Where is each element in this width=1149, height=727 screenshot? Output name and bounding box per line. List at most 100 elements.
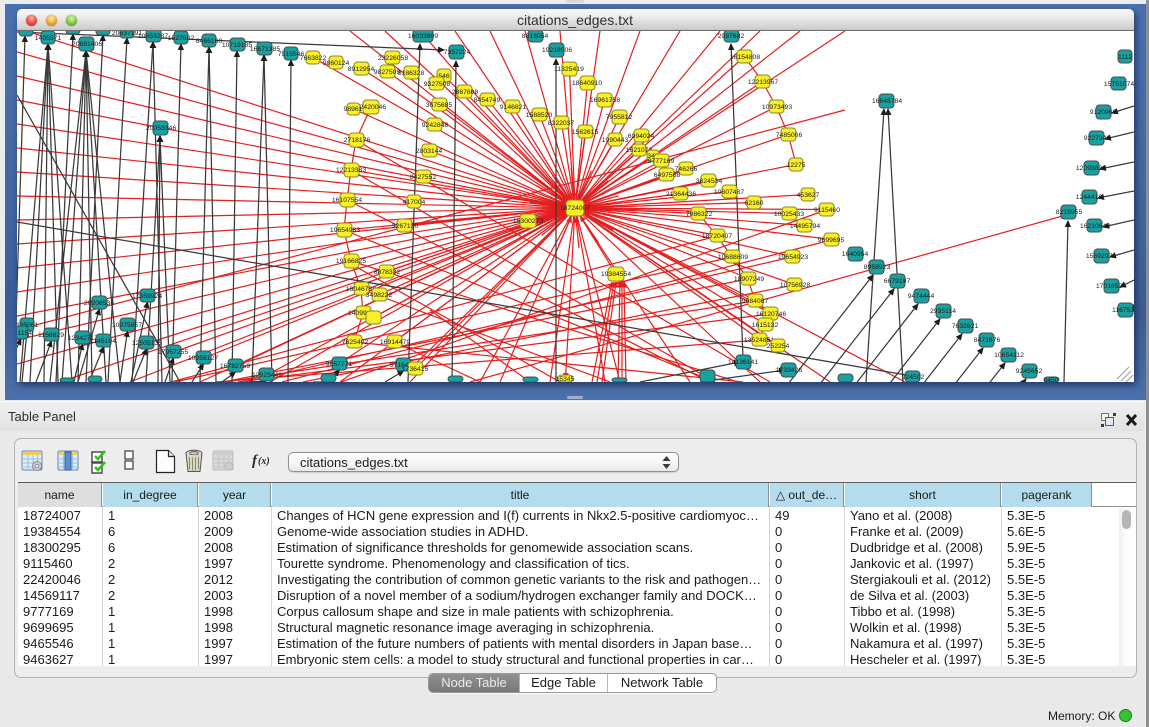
svg-text:16107554: 16107554 [332, 197, 362, 204]
svg-text:924502: 924502 [902, 374, 925, 381]
svg-text:9120966: 9120966 [1090, 109, 1117, 116]
svg-text:1167533: 1167533 [1112, 307, 1134, 314]
svg-text:10958127: 10958127 [188, 355, 218, 362]
svg-text:9450: 9450 [1043, 377, 1058, 382]
svg-text:10973493: 10973493 [762, 104, 792, 111]
svg-text:20053346: 20053346 [146, 125, 176, 132]
svg-text:1145194: 1145194 [90, 338, 116, 345]
svg-text:16210643: 16210643 [1080, 223, 1110, 230]
svg-text:8215955: 8215955 [1056, 209, 1083, 216]
svg-text:23226058: 23226058 [378, 55, 408, 62]
svg-text:12213967: 12213967 [748, 79, 778, 86]
svg-text:15751074: 15751074 [1104, 81, 1134, 88]
svg-text:9084067: 9084067 [742, 298, 769, 305]
svg-text:1640954: 1640954 [842, 251, 869, 258]
svg-text:19654923: 19654923 [778, 254, 808, 261]
svg-text:2867608: 2867608 [452, 89, 479, 96]
svg-text:16033809: 16033809 [408, 33, 438, 40]
svg-text:7485006: 7485006 [776, 132, 803, 139]
svg-text:417004: 417004 [403, 199, 426, 206]
svg-text:1990443: 1990443 [602, 137, 629, 144]
svg-text:8813054: 8813054 [522, 33, 549, 40]
svg-text:10025433: 10025433 [774, 211, 804, 218]
svg-text:2718176: 2718176 [344, 137, 371, 144]
svg-text:1156829: 1156829 [38, 332, 64, 339]
svg-text:9245652: 9245652 [1016, 368, 1043, 375]
svg-text:19166825: 19166825 [336, 258, 366, 265]
svg-text:16782759: 16782759 [220, 363, 250, 370]
svg-text:9474444: 9474444 [908, 293, 935, 300]
svg-text:8427552: 8427552 [410, 174, 437, 181]
svg-text:15692971: 15692971 [1086, 253, 1116, 260]
svg-text:1527602: 1527602 [168, 35, 195, 42]
svg-text:9777169: 9777169 [648, 158, 675, 165]
svg-text:98961: 98961 [344, 106, 363, 113]
svg-text:7357224: 7357224 [444, 49, 471, 56]
svg-text:62160: 62160 [745, 200, 764, 207]
svg-text:16120746: 16120746 [756, 311, 786, 318]
svg-text:17359924: 17359924 [132, 293, 162, 300]
svg-text:19654983: 19654983 [330, 227, 360, 234]
svg-text:12093832: 12093832 [1076, 165, 1106, 172]
svg-text:252254: 252254 [767, 343, 790, 350]
svg-text:20691406: 20691406 [72, 41, 102, 48]
svg-text:8454749: 8454749 [474, 97, 501, 104]
svg-text:6466160: 6466160 [196, 38, 223, 45]
svg-text:17957255: 17957255 [158, 349, 188, 356]
svg-text:9827509: 9827509 [374, 69, 401, 76]
svg-text:8878332: 8878332 [374, 269, 401, 276]
svg-text:8471676: 8471676 [974, 337, 1001, 344]
svg-text:17016504: 17016504 [1096, 283, 1126, 290]
svg-text:9227342: 9227342 [1084, 135, 1111, 142]
svg-text:3498222: 3498222 [366, 292, 393, 299]
svg-text:2087682: 2087682 [718, 33, 745, 40]
svg-text:14495794: 14495794 [790, 223, 820, 230]
svg-text:11325419: 11325419 [554, 66, 584, 73]
svg-text:3624534: 3624534 [696, 178, 723, 185]
svg-text:8322037: 8322037 [548, 120, 575, 127]
svg-text:1733426: 1733426 [776, 367, 803, 374]
svg-text:3675685: 3675685 [426, 102, 453, 109]
svg-text:(x): (x) [258, 456, 270, 467]
svg-text:9115460: 9115460 [814, 207, 840, 214]
svg-text:8958923: 8958923 [864, 264, 891, 271]
svg-text:10756928: 10756928 [780, 282, 810, 289]
svg-text:19384554: 19384554 [601, 271, 631, 278]
svg-text:19218506: 19218506 [542, 47, 572, 54]
svg-text:9242848: 9242848 [422, 122, 449, 129]
svg-text:6679197: 6679197 [884, 278, 911, 285]
svg-text:12923448: 12923448 [252, 372, 282, 379]
svg-text:18720407: 18720407 [702, 233, 732, 240]
svg-text:16914479: 16914479 [380, 339, 410, 346]
svg-text:9699695: 9699695 [818, 237, 845, 244]
svg-text:10654112: 10654112 [994, 352, 1024, 359]
svg-text:15345: 15345 [556, 376, 575, 382]
svg-text:9327508: 9327508 [424, 81, 451, 88]
svg-text:9657771: 9657771 [326, 361, 353, 368]
svg-text:7955812: 7955812 [606, 114, 633, 121]
svg-text:18907249: 18907249 [734, 276, 764, 283]
svg-text:7986322: 7986322 [686, 211, 713, 218]
svg-text:18724007: 18724007 [560, 205, 590, 212]
svg-text:8186328: 8186328 [398, 70, 425, 77]
svg-text:10975857: 10975857 [112, 322, 142, 329]
svg-text:18640910: 18640910 [572, 80, 602, 87]
svg-text:1736415: 1736415 [402, 366, 429, 373]
svg-text:7625402: 7625402 [342, 339, 369, 346]
svg-text:9860124: 9860124 [323, 60, 350, 67]
svg-text:9146821: 9146821 [500, 104, 527, 111]
svg-text:20206536: 20206536 [84, 300, 114, 307]
svg-text:12213383: 12213383 [336, 167, 366, 174]
svg-text:10653287: 10653287 [138, 33, 168, 40]
svg-text:16648784: 16648784 [872, 98, 902, 105]
svg-text:14136141: 14136141 [728, 359, 758, 366]
svg-text:391154: 391154 [17, 330, 32, 337]
svg-text:1562615: 1562615 [572, 129, 599, 136]
svg-text:6994024: 6994024 [628, 133, 655, 140]
svg-text:12505135: 12505135 [132, 340, 162, 347]
svg-text:2935114: 2935114 [930, 308, 956, 315]
svg-text:1615132: 1615132 [752, 322, 779, 329]
svg-text:2803144: 2803144 [416, 148, 443, 155]
svg-text:21364436: 21364436 [666, 191, 696, 198]
svg-text:7632621: 7632621 [952, 323, 979, 330]
